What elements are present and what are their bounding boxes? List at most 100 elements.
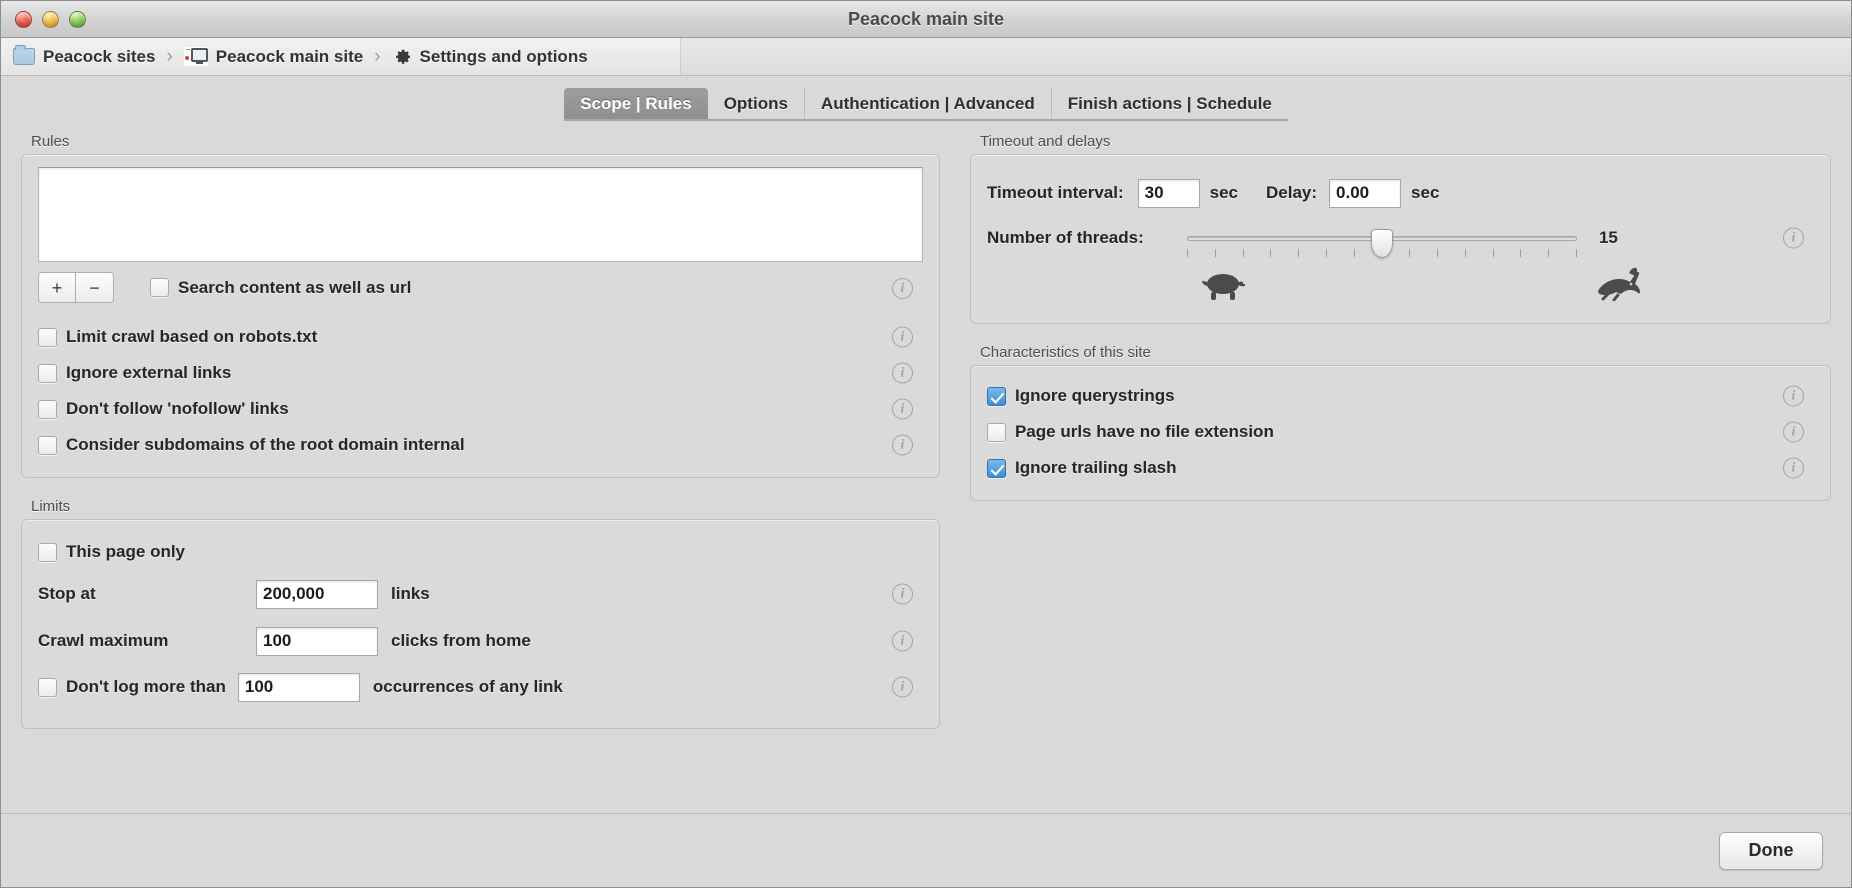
search-content-checkbox[interactable] bbox=[150, 278, 169, 297]
delay-input[interactable] bbox=[1329, 178, 1402, 208]
settings-content: Rules + − Search content as well as url … bbox=[1, 121, 1851, 813]
dont-log-row: Don't log more than occurrences of any l… bbox=[38, 664, 923, 710]
this-page-only-row: This page only bbox=[38, 534, 923, 570]
tab-scope-rules[interactable]: Scope | Rules bbox=[564, 88, 708, 119]
ignore-trailing-slash-row: Ignore trailing slash i bbox=[986, 450, 1814, 486]
dont-log-more-than-input[interactable] bbox=[237, 672, 360, 702]
info-icon[interactable]: i bbox=[891, 398, 913, 420]
tab-label: Scope | Rules bbox=[580, 93, 692, 113]
speed-icons-row bbox=[987, 267, 1814, 313]
threads-label: Number of threads: bbox=[986, 228, 1144, 247]
dont-follow-nofollow-checkbox[interactable] bbox=[38, 399, 57, 419]
consider-subdomains-label: Consider subdomains of the root domain i… bbox=[66, 435, 465, 454]
delay-label: Delay: bbox=[1266, 183, 1318, 202]
ignore-querystrings-label: Ignore querystrings bbox=[1014, 386, 1175, 405]
minimize-button[interactable] bbox=[42, 10, 59, 28]
info-icon[interactable]: i bbox=[1783, 421, 1804, 443]
info-icon[interactable]: i bbox=[1783, 227, 1804, 249]
info-icon[interactable]: i bbox=[891, 278, 913, 299]
timeout-interval-input[interactable] bbox=[1137, 178, 1200, 208]
left-column: Rules + − Search content as well as url … bbox=[21, 133, 940, 813]
page-urls-no-extension-row: Page urls have no file extension i bbox=[986, 414, 1814, 450]
info-icon[interactable]: i bbox=[1783, 385, 1804, 407]
limits-group-title: Limits bbox=[31, 498, 71, 515]
threads-value: 15 bbox=[1598, 228, 1618, 247]
info-icon[interactable]: i bbox=[891, 326, 913, 348]
window-title: Peacock main site bbox=[847, 9, 1005, 29]
stop-at-input[interactable] bbox=[256, 579, 378, 609]
rules-list[interactable] bbox=[38, 167, 923, 262]
breadcrumb-label: Peacock sites bbox=[43, 46, 156, 66]
info-icon[interactable]: i bbox=[891, 362, 913, 384]
breadcrumb: Peacock sites › Peacock main site › Sett… bbox=[1, 38, 1851, 76]
crawl-maximum-suffix: clicks from home bbox=[391, 631, 531, 650]
limits-group: Limits This page only Stop at links i Cr… bbox=[21, 498, 940, 729]
option-row-ignore-external: Ignore external links i bbox=[38, 355, 923, 391]
stop-at-label: Stop at bbox=[38, 584, 96, 603]
ignore-external-links-checkbox[interactable] bbox=[38, 363, 57, 383]
search-content-label: Search content as well as url bbox=[178, 277, 412, 297]
right-column: Timeout and delays Timeout interval: sec… bbox=[969, 133, 1831, 813]
stop-at-suffix: links bbox=[391, 584, 430, 603]
characteristics-group-title: Characteristics of this site bbox=[979, 344, 1151, 361]
rabbit-icon bbox=[1594, 267, 1652, 306]
done-button[interactable]: Done bbox=[1719, 831, 1823, 870]
option-row-nofollow: Don't follow 'nofollow' links i bbox=[38, 391, 923, 427]
info-icon[interactable]: i bbox=[891, 434, 913, 456]
this-page-only-checkbox[interactable] bbox=[38, 542, 57, 562]
folder-icon bbox=[13, 45, 35, 65]
dont-log-more-than-label: Don't log more than bbox=[66, 677, 226, 696]
info-icon[interactable]: i bbox=[891, 630, 913, 652]
characteristics-group: Characteristics of this site Ignore quer… bbox=[969, 344, 1831, 501]
dont-log-more-than-checkbox[interactable] bbox=[38, 677, 57, 697]
crawl-maximum-label: Crawl maximum bbox=[38, 631, 169, 650]
breadcrumb-item-peacock-sites[interactable]: Peacock sites bbox=[13, 45, 156, 67]
timeout-group: Timeout and delays Timeout interval: sec… bbox=[969, 133, 1831, 324]
timeout-group-title: Timeout and delays bbox=[979, 133, 1111, 150]
rules-group-title: Rules bbox=[31, 133, 70, 150]
crawl-maximum-row: Crawl maximum clicks from home i bbox=[38, 618, 923, 664]
remove-rule-button[interactable]: − bbox=[76, 272, 114, 303]
rules-add-remove-buttons: + − bbox=[38, 272, 114, 303]
consider-subdomains-checkbox[interactable] bbox=[38, 435, 57, 455]
ignore-trailing-slash-label: Ignore trailing slash bbox=[1014, 458, 1177, 477]
dont-follow-nofollow-label: Don't follow 'nofollow' links bbox=[66, 399, 289, 418]
breadcrumb-separator-icon: › bbox=[166, 45, 173, 67]
crawl-maximum-input[interactable] bbox=[256, 626, 378, 656]
delay-unit: sec bbox=[1411, 183, 1440, 202]
timeout-interval-unit: sec bbox=[1209, 183, 1238, 202]
page-urls-no-extension-checkbox[interactable] bbox=[986, 422, 1006, 442]
ignore-querystrings-row: Ignore querystrings i bbox=[986, 378, 1814, 414]
timeout-interval-label: Timeout interval: bbox=[986, 183, 1124, 202]
monitor-icon bbox=[183, 47, 208, 66]
limit-crawl-robots-checkbox[interactable] bbox=[38, 327, 57, 347]
turtle-icon bbox=[1199, 269, 1251, 306]
ignore-querystrings-checkbox[interactable] bbox=[986, 386, 1006, 406]
window-footer: Done bbox=[1, 813, 1851, 887]
info-icon[interactable]: i bbox=[1783, 457, 1804, 479]
info-icon[interactable]: i bbox=[891, 676, 913, 698]
breadcrumb-item-settings-and-options[interactable]: Settings and options bbox=[392, 47, 588, 67]
option-row-subdomains: Consider subdomains of the root domain i… bbox=[38, 427, 923, 463]
ignore-trailing-slash-checkbox[interactable] bbox=[986, 458, 1006, 478]
tab-finish-actions-schedule[interactable]: Finish actions | Schedule bbox=[1052, 88, 1288, 119]
info-icon[interactable]: i bbox=[891, 583, 913, 605]
breadcrumb-separator-icon: › bbox=[374, 45, 381, 67]
tab-authentication-advanced[interactable]: Authentication | Advanced bbox=[805, 88, 1052, 119]
timeout-interval-row: Timeout interval: sec Delay: sec bbox=[987, 171, 1814, 215]
add-rule-button[interactable]: + bbox=[38, 272, 76, 303]
zoom-button[interactable] bbox=[69, 10, 86, 28]
slider-knob[interactable] bbox=[1370, 229, 1393, 258]
tab-options[interactable]: Options bbox=[708, 88, 805, 119]
threads-row: Number of threads: 15 i bbox=[987, 215, 1814, 261]
breadcrumb-label: Peacock main site bbox=[215, 46, 364, 66]
window-titlebar: Peacock main site bbox=[1, 1, 1851, 38]
threads-slider[interactable] bbox=[1186, 223, 1577, 258]
tab-label: Options bbox=[723, 93, 788, 113]
limit-crawl-robots-label: Limit crawl based on robots.txt bbox=[66, 327, 318, 346]
rules-group: Rules + − Search content as well as url … bbox=[21, 133, 940, 478]
tab-label: Finish actions | Schedule bbox=[1067, 93, 1272, 113]
breadcrumb-item-peacock-main-site[interactable]: Peacock main site bbox=[183, 46, 364, 67]
close-button[interactable] bbox=[15, 10, 32, 28]
option-row-limit-crawl: Limit crawl based on robots.txt i bbox=[38, 319, 923, 355]
